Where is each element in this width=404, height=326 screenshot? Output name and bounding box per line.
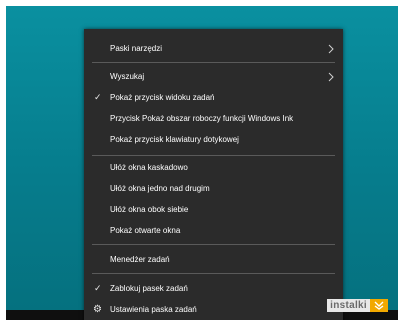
menu-item-label: Ułóż okna obok siebie (110, 205, 189, 214)
menu-item-label: Pokaż przycisk widoku zadań (110, 93, 215, 102)
taskbar-context-menu: Paski narzędzi Wyszukaj ✓ Pokaż przycisk… (84, 29, 343, 320)
menu-item-label: Przycisk Pokaż obszar roboczy funkcji Wi… (110, 114, 294, 123)
download-logo-icon (370, 299, 388, 312)
menu-item-label: Zablokuj pasek zadań (110, 284, 188, 293)
checkmark-icon: ✓ (94, 283, 102, 293)
menu-item-side-by-side-windows[interactable]: Ułóż okna obok siebie (84, 199, 343, 220)
menu-separator (92, 273, 335, 274)
menu-item-label: Paski narzędzi (110, 44, 163, 53)
menu-item-label: Pokaż otwarte okna (110, 226, 181, 235)
menu-item-toolbars[interactable]: Paski narzędzi (84, 38, 343, 59)
menu-item-search[interactable]: Wyszukaj (84, 66, 343, 87)
menu-separator (92, 62, 335, 63)
menu-item-touch-keyboard-button[interactable]: Pokaż przycisk klawiatury dotykowej (84, 129, 343, 150)
checkmark-icon: ✓ (94, 92, 102, 102)
watermark-logo: instalki (327, 299, 388, 312)
menu-item-stack-windows[interactable]: Ułóż okna jedno nad drugim (84, 178, 343, 199)
menu-item-label: Ułóż okna kaskadowo (110, 163, 188, 172)
menu-item-label: Ułóż okna jedno nad drugim (110, 184, 210, 193)
menu-item-cascade-windows[interactable]: Ułóż okna kaskadowo (84, 157, 343, 178)
gear-icon: ⚙ (93, 304, 102, 315)
menu-item-label: Ustawienia paska zadań (110, 305, 197, 314)
menu-item-windows-ink-button[interactable]: Przycisk Pokaż obszar roboczy funkcji Wi… (84, 108, 343, 129)
menu-item-task-manager[interactable]: Menedżer zadań (84, 249, 343, 270)
menu-item-taskbar-settings[interactable]: ⚙ Ustawienia paska zadań (84, 299, 343, 320)
chevron-right-icon (328, 72, 334, 82)
menu-separator (92, 155, 335, 156)
menu-item-lock-taskbar[interactable]: ✓ Zablokuj pasek zadań (84, 278, 343, 299)
menu-separator (92, 244, 335, 245)
menu-item-label: Wyszukaj (110, 72, 145, 81)
menu-item-show-task-view-button[interactable]: ✓ Pokaż przycisk widoku zadań (84, 87, 343, 108)
menu-item-label: Pokaż przycisk klawiatury dotykowej (110, 135, 239, 144)
watermark-text: instalki (327, 299, 370, 312)
menu-item-label: Menedżer zadań (110, 255, 170, 264)
screenshot-frame: Paski narzędzi Wyszukaj ✓ Pokaż przycisk… (6, 6, 398, 320)
chevron-right-icon (328, 44, 334, 54)
menu-item-show-open-windows[interactable]: Pokaż otwarte okna (84, 220, 343, 241)
